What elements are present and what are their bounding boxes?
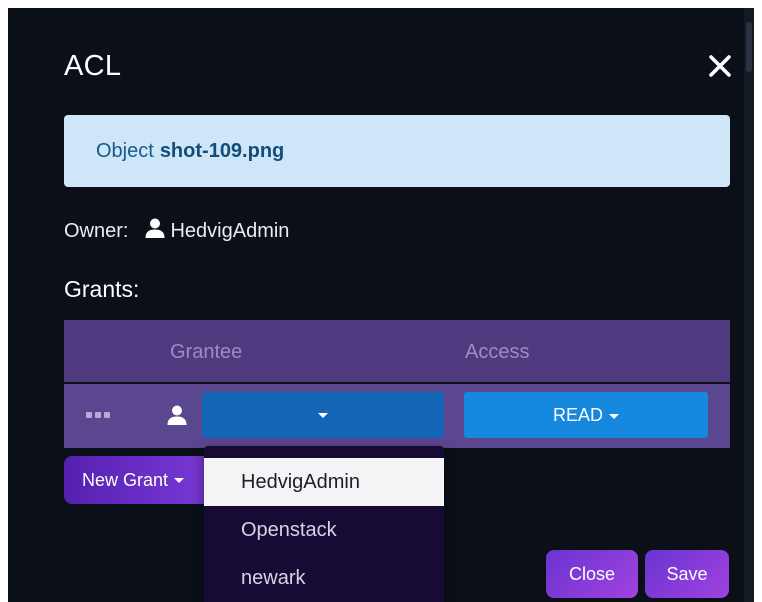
object-info-banner: Object shot-109.png [64, 115, 730, 187]
grants-table-header: Grantee Access [64, 320, 730, 382]
close-icon[interactable] [702, 48, 738, 84]
chevron-down-icon [609, 413, 619, 419]
grantee-select[interactable] [202, 392, 444, 438]
chevron-down-icon [174, 477, 185, 483]
grantee-dropdown-menu: HedvigAdmin Openstack newark [204, 446, 444, 602]
owner-name: HedvigAdmin [170, 219, 290, 242]
dropdown-option-openstack[interactable]: Openstack [204, 506, 444, 554]
save-button[interactable]: Save [645, 550, 729, 598]
owner-label: Owner: [64, 219, 129, 242]
object-label: Object [96, 139, 154, 162]
user-icon [144, 217, 166, 245]
new-grant-button[interactable]: New Grant [64, 456, 214, 504]
object-filename: shot-109.png [159, 139, 285, 162]
chevron-down-icon [318, 412, 328, 418]
modal-title: ACL [64, 50, 122, 82]
user-icon [166, 404, 188, 431]
scrollbar-thumb[interactable] [746, 22, 752, 72]
acl-modal: ACL Object shot-109.png Owner: HedvigAdm… [8, 8, 754, 602]
column-header-access: Access [465, 341, 530, 363]
access-value: READ [552, 404, 603, 425]
new-grant-label: New Grant [82, 469, 169, 490]
table-row: READ [64, 384, 730, 448]
dropdown-option-newark[interactable]: newark [204, 554, 444, 602]
more-options-icon[interactable] [86, 412, 110, 418]
column-header-grantee: Grantee [170, 341, 243, 363]
grants-heading: Grants: [64, 276, 140, 302]
access-dropdown-button[interactable]: READ [464, 392, 708, 438]
owner-row: Owner: HedvigAdmin [64, 218, 289, 244]
dropdown-option-hedvigadmin[interactable]: HedvigAdmin [204, 458, 444, 506]
scrollbar[interactable] [744, 8, 754, 602]
close-button[interactable]: Close [546, 550, 638, 598]
